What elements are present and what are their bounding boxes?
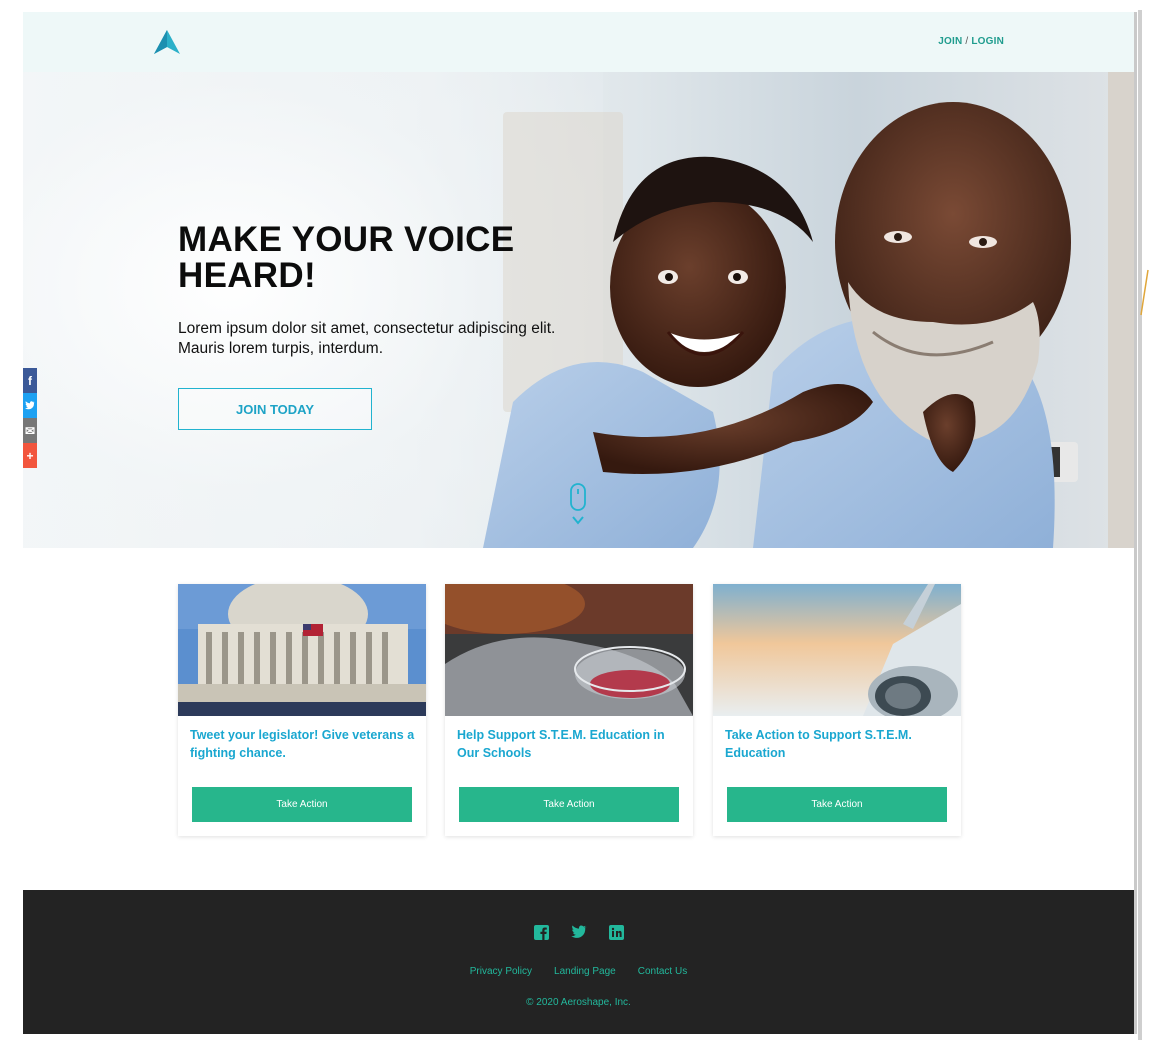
copyright-text: © 2020 Aeroshape, Inc. [526,997,631,1008]
page-frame: JOIN / LOGIN MAKE YOUR VOICE HEARD! Lore… [23,12,1134,1034]
footer-social-icons [23,925,1134,940]
join-today-button[interactable]: JOIN TODAY [178,388,372,430]
window-edge [1138,10,1142,1040]
card-image-capitol [178,584,426,716]
card-title[interactable]: Help Support S.T.E.M. Education in Our S… [457,726,687,762]
linkedin-icon[interactable] [608,925,624,940]
site-footer: Privacy Policy Landing Page Contact Us ©… [23,890,1134,1034]
footer-links: Privacy Policy Landing Page Contact Us [23,966,1134,977]
take-action-button[interactable]: Take Action [459,787,679,822]
nav-separator: / [965,36,969,47]
scroll-down-mouse-icon[interactable] [569,483,587,527]
logo-icon[interactable] [153,29,181,55]
hero-section: MAKE YOUR VOICE HEARD! Lorem ipsum dolor… [23,72,1134,548]
landing-page-link[interactable]: Landing Page [554,966,616,977]
edge-accent-mark [1140,269,1149,316]
facebook-icon[interactable] [533,925,549,940]
hero-title-line-2: HEARD! [178,256,316,295]
hero-subtitle: Lorem ipsum dolor sit amet, consectetur … [178,319,598,359]
share-email-icon[interactable]: ✉ [23,418,37,443]
share-more-icon[interactable]: + [23,443,37,468]
share-facebook-icon[interactable]: f [23,368,37,393]
hero-subtitle-line-1: Lorem ipsum dolor sit amet, consectetur … [178,320,556,337]
twitter-icon[interactable] [570,925,587,939]
contact-us-link[interactable]: Contact Us [638,966,687,977]
login-link[interactable]: LOGIN [971,36,1004,47]
privacy-policy-link[interactable]: Privacy Policy [470,966,532,977]
share-email-glyph: ✉ [24,423,36,438]
hero-photo-father-and-child [483,72,1134,548]
hero-title-line-1: MAKE YOUR VOICE [178,220,515,259]
share-more-glyph: + [26,448,34,463]
action-card-2: Help Support S.T.E.M. Education in Our S… [445,584,693,836]
twitter-bird-icon [25,401,35,410]
hero-subtitle-line-2: Mauris lorem turpis, interdum. [178,340,384,357]
social-share-bar: f ✉ + [23,368,37,468]
hero-title: MAKE YOUR VOICE HEARD! [178,222,514,294]
site-header: JOIN / LOGIN [23,12,1134,72]
share-facebook-glyph: f [28,373,32,388]
join-link[interactable]: JOIN [938,36,962,47]
card-title[interactable]: Take Action to Support S.T.E.M. Educatio… [725,726,955,762]
take-action-button[interactable]: Take Action [192,787,412,822]
action-card-3: Take Action to Support S.T.E.M. Educatio… [713,584,961,836]
card-image-petri-dish [445,584,693,716]
card-title[interactable]: Tweet your legislator! Give veterans a f… [190,726,420,762]
share-twitter-icon[interactable] [23,393,37,418]
join-login-nav: JOIN / LOGIN [938,36,1004,47]
take-action-button[interactable]: Take Action [727,787,947,822]
card-image-airplane-wing [713,584,961,716]
action-card-1: Tweet your legislator! Give veterans a f… [178,584,426,836]
